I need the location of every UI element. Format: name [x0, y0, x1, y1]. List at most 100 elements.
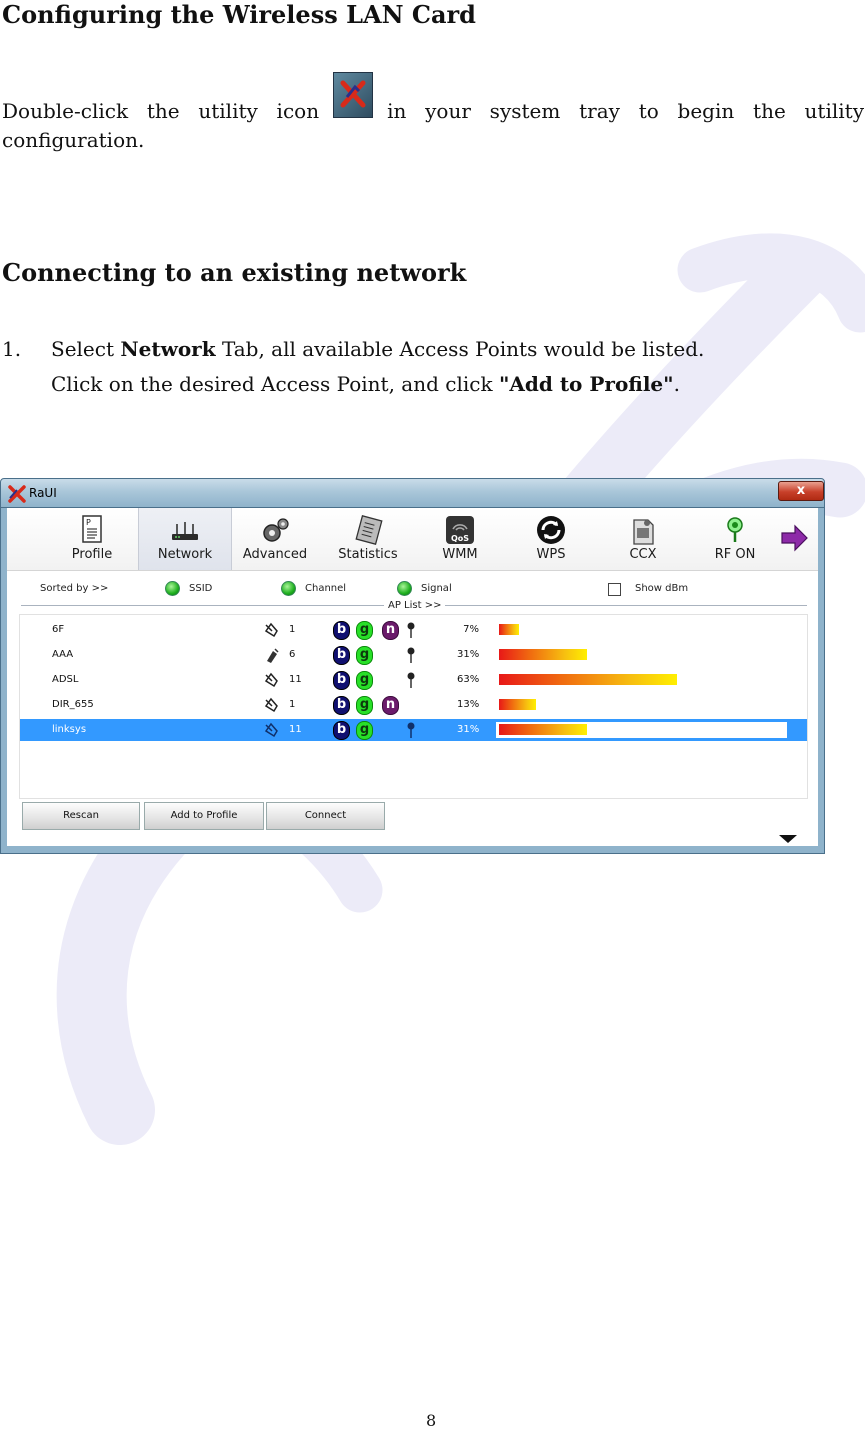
raui-app-icon [8, 485, 26, 503]
sort-options: Sorted by >> SSID Channel Signal Show dB… [7, 570, 818, 600]
ap-channel: 1 [289, 624, 296, 635]
infrastructure-icon [264, 697, 278, 713]
show-dbm-checkbox[interactable] [608, 583, 621, 596]
mode-b-icon: b [333, 721, 350, 740]
sort-channel-label: Channel [305, 583, 347, 594]
network-tab-mention: Network [120, 337, 216, 361]
ap-signal: 31% [457, 649, 480, 660]
add-to-profile-button[interactable]: Add to Profile [144, 802, 264, 830]
rescan-button[interactable]: Rescan [22, 802, 140, 830]
network-icon [172, 522, 198, 540]
connect-button[interactable]: Connect [266, 802, 385, 830]
mode-b-icon: b [333, 671, 350, 690]
expand-down-icon[interactable] [778, 835, 798, 843]
ccx-icon [633, 519, 654, 545]
adhoc-icon [267, 648, 279, 663]
infrastructure-icon [264, 622, 278, 638]
svg-text:P: P [86, 518, 91, 527]
signal-bar [499, 724, 587, 735]
security-key-icon [407, 722, 415, 738]
mode-g-icon: g [356, 621, 373, 640]
ap-channel: 11 [289, 724, 302, 735]
mode-g-icon: g [356, 721, 373, 740]
ap-ssid: ADSL [52, 674, 79, 685]
ap-row-adsl[interactable]: ADSL 11 b g 63% [20, 669, 807, 691]
section-heading: Connecting to an existing network [2, 258, 467, 287]
ap-ssid: DIR_655 [52, 699, 94, 710]
toolbar-ccx[interactable]: CCX [613, 508, 673, 570]
ap-signal: 31% [457, 724, 480, 735]
step-number: 1. [2, 337, 22, 361]
step-line1: Select Network Tab, all available Access… [51, 337, 705, 361]
sort-channel-radio[interactable] [281, 581, 296, 596]
page-heading: Configuring the Wireless LAN Card [2, 0, 476, 29]
ap-signal: 63% [457, 674, 480, 685]
signal-bar [499, 699, 536, 710]
window-titlebar[interactable]: RaUI x [0, 478, 825, 508]
window-client-area: P Profile Network Advanced Statistics Qo… [7, 508, 818, 846]
toolbar-rf-on[interactable]: RF ON [705, 508, 765, 570]
mode-b-icon: b [333, 696, 350, 715]
window-title: RaUI [29, 486, 57, 500]
utility-tray-icon [333, 72, 374, 118]
mode-g-icon: g [356, 646, 373, 665]
mode-b-icon: b [333, 621, 350, 640]
rf-icon [727, 517, 743, 542]
security-key-icon [407, 672, 415, 688]
toolbar-wps[interactable]: WPS [521, 508, 581, 570]
sort-signal-radio[interactable] [397, 581, 412, 596]
signal-bar [499, 624, 519, 635]
close-button[interactable]: x [778, 481, 824, 501]
mode-b-icon: b [333, 646, 350, 665]
signal-bar [499, 649, 587, 660]
toolbar-profile[interactable]: P Profile [57, 508, 127, 570]
ap-ssid: linksys [52, 724, 87, 735]
mode-g-icon: g [356, 696, 373, 715]
security-key-icon [407, 622, 415, 638]
toolbar: P Profile Network Advanced Statistics Qo… [7, 508, 818, 571]
ap-channel: 6 [289, 649, 296, 660]
ap-list-table: 6F 1 b g n 7% AAA 6 b g 31% ADSL 11 b g … [19, 614, 808, 799]
toolbar-network[interactable]: Network [138, 508, 232, 570]
signal-bar [499, 674, 677, 685]
para-text-after-icon: in your system tray to begin the utility [387, 99, 864, 123]
security-key-icon [407, 647, 415, 663]
toolbar-advanced[interactable]: Advanced [235, 508, 315, 570]
next-arrow-icon[interactable] [779, 524, 809, 552]
sort-ssid-label: SSID [189, 583, 213, 594]
toolbar-statistics[interactable]: Statistics [325, 508, 411, 570]
ap-row-6f[interactable]: 6F 1 b g n 7% [20, 619, 807, 641]
advanced-icon [263, 518, 289, 542]
instruction-paragraph: Double-click the utility icon in your sy… [2, 72, 864, 132]
sort-ssid-radio[interactable] [165, 581, 180, 596]
step-line2: Click on the desired Access Point, and c… [51, 372, 680, 396]
mode-n-icon: n [382, 696, 399, 715]
ap-row-dir-655[interactable]: DIR_655 1 b g n 13% [20, 694, 807, 716]
ap-ssid: 6F [52, 624, 65, 635]
wmm-qos-badge: QoS [451, 534, 469, 543]
sorted-by-label: Sorted by >> [40, 583, 109, 594]
instruction-paragraph-line2: configuration. [2, 128, 145, 152]
sort-signal-label: Signal [421, 583, 452, 594]
ap-list-label[interactable]: AP List >> [384, 600, 446, 611]
wps-icon [537, 516, 565, 544]
wmm-icon: QoS [446, 516, 474, 544]
ap-row-linksys[interactable]: linksys 11 b g 31% [20, 719, 807, 741]
ap-channel: 1 [289, 699, 296, 710]
profile-icon: P [82, 515, 102, 543]
infrastructure-icon [264, 672, 278, 688]
ap-row-aaa[interactable]: AAA 6 b g 31% [20, 644, 807, 666]
mode-n-icon: n [382, 621, 399, 640]
page-number: 8 [426, 1411, 437, 1430]
mode-g-icon: g [356, 671, 373, 690]
raui-window: RaUI x P Profile Network Advanced Statis… [0, 478, 825, 854]
ap-ssid: AAA [52, 649, 74, 660]
infrastructure-icon [264, 722, 278, 738]
ap-signal: 13% [457, 699, 480, 710]
add-to-profile-mention: "Add to Profile" [498, 372, 674, 396]
show-dbm-label: Show dBm [635, 583, 689, 594]
toolbar-wmm[interactable]: QoS WMM [430, 508, 490, 570]
ap-signal: 7% [463, 624, 479, 635]
statistics-icon [355, 515, 383, 545]
ap-channel: 11 [289, 674, 302, 685]
